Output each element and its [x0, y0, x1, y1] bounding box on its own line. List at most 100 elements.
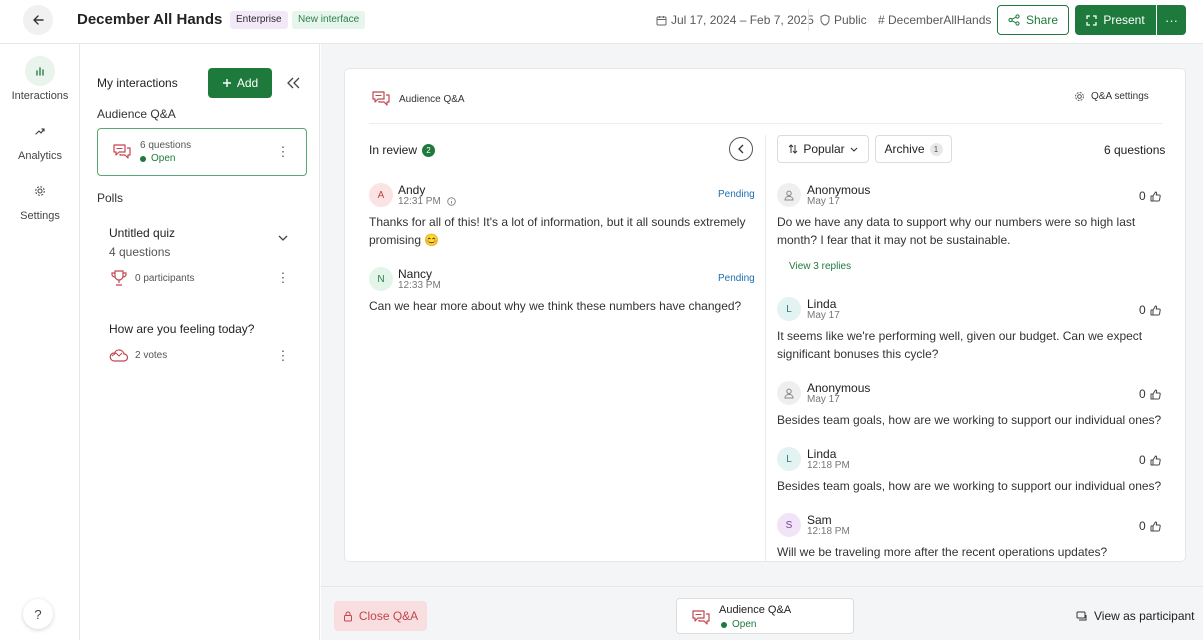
- more-icon: ···: [1165, 12, 1178, 28]
- feeling-votes: 2 votes: [135, 349, 168, 361]
- poll-title-feeling[interactable]: How are you feeling today?: [109, 322, 254, 336]
- author-name: Anonymous: [807, 381, 871, 395]
- audience-qa-section-label: Audience Q&A: [97, 107, 176, 121]
- panel-title: My interactions: [97, 76, 178, 90]
- poll-title-quiz[interactable]: Untitled quiz: [109, 226, 175, 240]
- active-interaction-status-text: Open: [732, 619, 757, 630]
- vote-count: 0: [1139, 519, 1146, 533]
- quiz-menu-button[interactable]: ⋮: [275, 269, 291, 287]
- more-options-button[interactable]: ···: [1157, 5, 1186, 35]
- close-qa-label: Close Q&A: [358, 609, 419, 623]
- collapse-review-button[interactable]: [729, 137, 753, 161]
- question-time: May 17: [807, 394, 840, 405]
- qa-card-menu-button[interactable]: ⋮: [275, 143, 291, 161]
- present-button[interactable]: Present: [1075, 5, 1156, 35]
- quiz-meta: 0 participants: [109, 268, 194, 288]
- expand-quiz-button[interactable]: [275, 230, 291, 246]
- interactions-panel: My interactions Add Audience Q&A 6 quest…: [80, 44, 320, 640]
- upvote-button[interactable]: 0: [1139, 387, 1161, 401]
- avatar: [777, 381, 801, 405]
- avatar: N: [369, 267, 393, 291]
- date-range[interactable]: Jul 17, 2024 – Feb 7, 2025: [656, 13, 814, 27]
- archive-button[interactable]: Archive 1: [875, 135, 952, 163]
- in-review-label: In review: [369, 143, 418, 157]
- avatar: S: [777, 513, 801, 537]
- question-time: 12:18 PM: [807, 460, 850, 471]
- question-time: 12:18 PM: [807, 526, 850, 537]
- vote-count: 0: [1139, 303, 1146, 317]
- author-name: Linda: [807, 447, 837, 461]
- polls-section-label: Polls: [97, 191, 124, 205]
- in-review-count: 2: [422, 143, 436, 157]
- upvote-button[interactable]: 0: [1139, 303, 1161, 317]
- cloud-icon: [109, 349, 129, 362]
- person-icon: [784, 388, 794, 398]
- feeling-meta: 2 votes: [109, 346, 167, 364]
- view-as-participant-label: View as participant: [1094, 609, 1195, 623]
- question-time: May 17: [807, 196, 840, 207]
- sort-dropdown[interactable]: Popular: [777, 135, 869, 163]
- upvote-button[interactable]: 0: [1139, 189, 1161, 203]
- upvote-button[interactable]: 0: [1139, 453, 1161, 467]
- visibility-toggle[interactable]: Public: [820, 13, 867, 27]
- active-interaction-status: Open: [721, 619, 756, 630]
- page-title: December All Hands: [77, 11, 223, 28]
- view-as-participant-button[interactable]: View as participant: [1076, 609, 1195, 623]
- nav-item-settings[interactable]: Settings: [0, 176, 80, 222]
- question-time: 12:31 PM: [398, 196, 456, 207]
- person-icon: [784, 190, 794, 200]
- author-name: Anonymous: [807, 183, 871, 197]
- question-time: May 17: [807, 310, 840, 321]
- nav-rail: Interactions Analytics Settings ?: [0, 44, 80, 640]
- status-dot: [140, 155, 146, 162]
- view-replies-link[interactable]: View 3 replies: [789, 261, 851, 272]
- avatar: A: [369, 183, 393, 207]
- enterprise-badge: Enterprise: [230, 11, 288, 29]
- shield-icon: [820, 14, 830, 26]
- column-divider: [765, 135, 766, 561]
- nav-item-analytics[interactable]: Analytics: [0, 116, 80, 162]
- nav-item-interactions[interactable]: Interactions: [0, 56, 80, 102]
- qa-settings-button[interactable]: Q&A settings: [1074, 91, 1149, 102]
- header-separator: [808, 9, 809, 31]
- qa-settings-label: Q&A settings: [1091, 91, 1149, 102]
- share-button[interactable]: Share: [997, 5, 1069, 35]
- back-button[interactable]: [23, 5, 53, 35]
- qa-question-count: 6 questions: [140, 140, 192, 151]
- question-text: Besides team goals, how are we working t…: [777, 413, 1162, 427]
- share-label: Share: [1025, 13, 1059, 27]
- close-qa-button[interactable]: Close Q&A: [334, 601, 427, 631]
- event-hashtag[interactable]: # DecemberAllHands: [878, 13, 991, 27]
- question-time-text: 12:33 PM: [398, 280, 441, 291]
- double-chevron-left-icon: [286, 77, 299, 89]
- upvote-button[interactable]: 0: [1139, 519, 1161, 533]
- question-text: Can we hear more about why we think thes…: [369, 299, 742, 313]
- question-time: 12:33 PM: [398, 280, 441, 291]
- thumbs-up-icon: [1150, 389, 1161, 399]
- visibility-text: Public: [834, 13, 867, 27]
- share-icon: [1008, 14, 1020, 26]
- chevron-left-icon: [738, 144, 744, 154]
- audience-qa-card[interactable]: 6 questions Open ⋮: [97, 128, 307, 176]
- author-name: Nancy: [398, 267, 433, 281]
- active-interaction-title: Audience Q&A: [719, 604, 792, 616]
- active-interaction-card[interactable]: Audience Q&A Open: [676, 598, 854, 634]
- author-name: Andy: [398, 183, 426, 197]
- nav-label-interactions: Interactions: [11, 90, 69, 102]
- nav-label-analytics: Analytics: [17, 150, 63, 162]
- help-button[interactable]: ?: [23, 599, 53, 629]
- question-text: Do we have any data to support why our n…: [777, 215, 1136, 247]
- participant-icon: [1076, 611, 1087, 620]
- plus-icon: [222, 79, 231, 87]
- info-icon: [447, 197, 456, 206]
- present-icon: [1086, 14, 1097, 26]
- qa-status: Open: [140, 153, 175, 164]
- vote-count: 0: [1139, 387, 1146, 401]
- gear-icon: [25, 176, 55, 206]
- author-name: Linda: [807, 297, 837, 311]
- feeling-menu-button[interactable]: ⋮: [275, 347, 291, 365]
- in-review-header: In review 2: [369, 143, 436, 157]
- add-label: Add: [236, 76, 259, 90]
- collapse-panel-button[interactable]: [282, 72, 304, 94]
- add-interaction-button[interactable]: Add: [208, 68, 272, 98]
